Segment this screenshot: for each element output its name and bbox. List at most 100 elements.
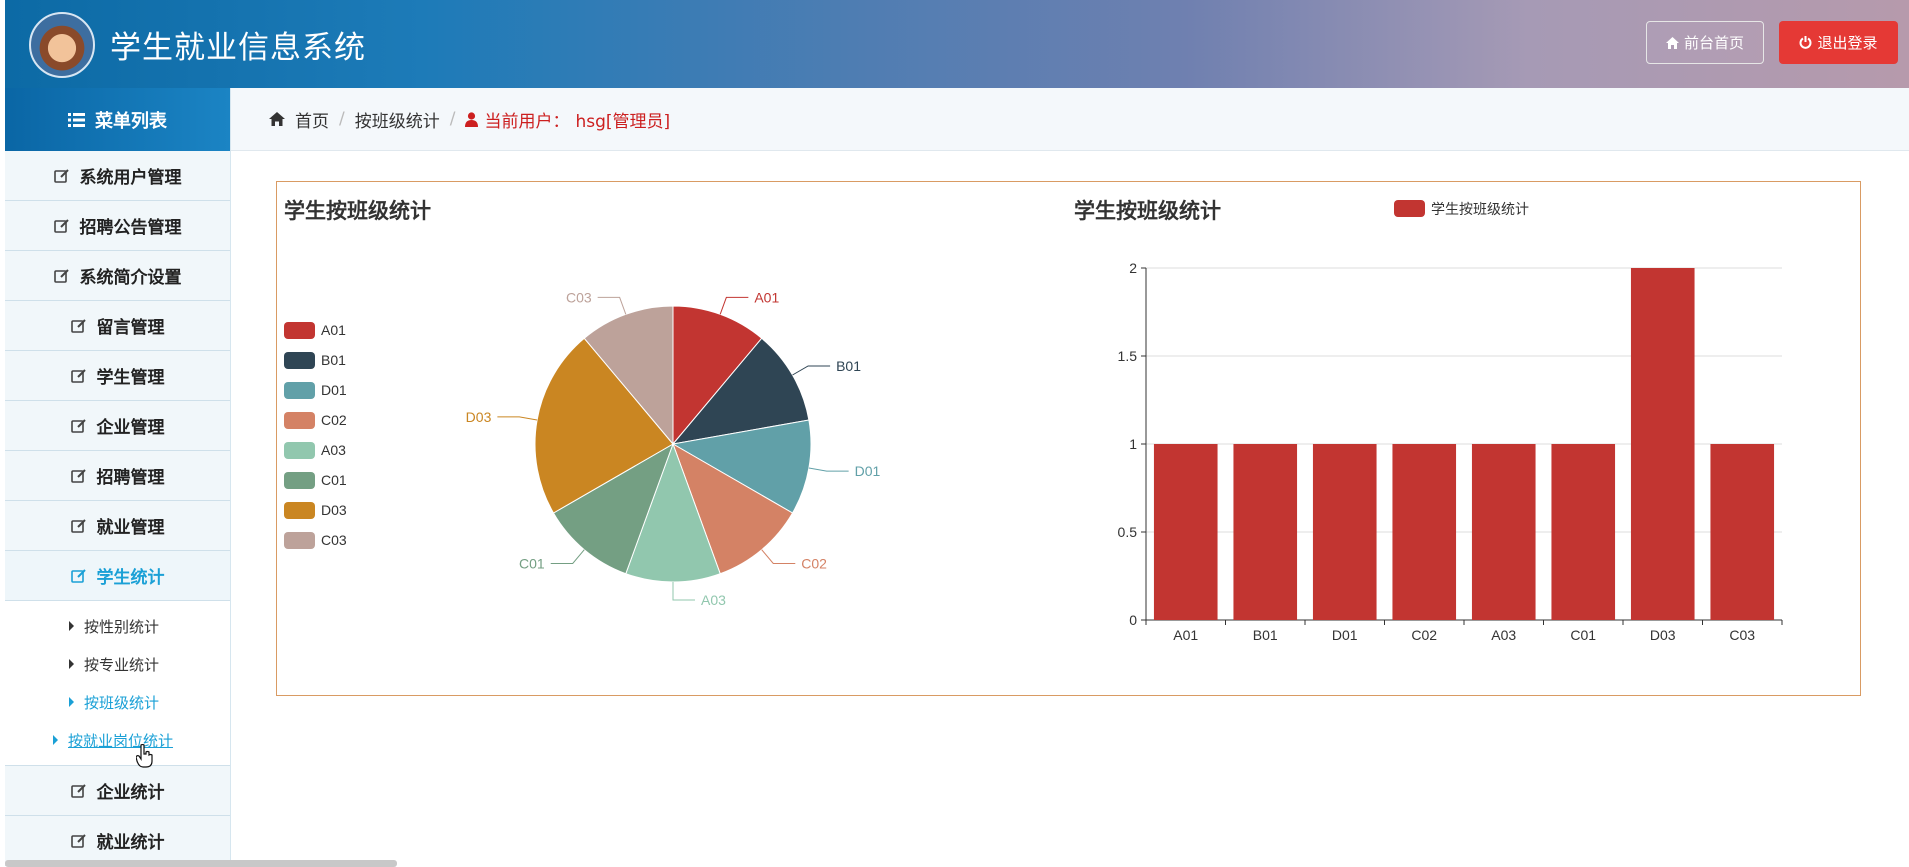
app-title: 学生就业信息系统: [110, 30, 366, 66]
horizontal-scrollbar[interactable]: [5, 860, 397, 867]
x-tick-label: A03: [1491, 627, 1516, 643]
y-tick-label: 1.5: [1118, 348, 1138, 364]
sidebar-item-companies[interactable]: 企业管理: [5, 401, 230, 451]
sidebar-item-label: 企业管理: [96, 418, 165, 438]
y-tick-label: 1: [1129, 436, 1137, 452]
bar: [1312, 444, 1377, 620]
legend-swatch: [284, 472, 315, 489]
sidebar-item-job-notices[interactable]: 招聘公告管理: [5, 201, 230, 251]
pie-label-line: [719, 296, 749, 315]
pie-slice-label: C02: [801, 556, 827, 572]
sidebar-item-system-users[interactable]: 系统用户管理: [5, 151, 230, 201]
x-tick-label: C02: [1411, 627, 1437, 643]
edit-icon: [70, 418, 86, 433]
legend-label: C02: [321, 412, 347, 428]
sidebar-item-employment-stats[interactable]: 就业统计: [5, 816, 230, 866]
pie-label-line: [497, 416, 538, 421]
pie-slice-label: A01: [754, 289, 779, 305]
pie-label-line: [672, 582, 695, 601]
legend-label: A01: [321, 322, 346, 338]
sidebar-item-label: 就业管理: [96, 518, 165, 538]
sidebar-item-label: 系统简介设置: [79, 268, 182, 288]
sidebar-item-label: 招聘管理: [96, 468, 165, 488]
legend-swatch: [284, 532, 315, 549]
user-icon: [465, 111, 479, 127]
legend-label: B01: [321, 352, 346, 368]
home-button[interactable]: 前台首页: [1646, 21, 1764, 64]
sidebar-item-label: 招聘公告管理: [79, 218, 182, 238]
menu-header: 菜单列表: [5, 88, 230, 151]
caret-right-icon: [69, 659, 74, 669]
sidebar-item-messages[interactable]: 留言管理: [5, 301, 230, 351]
sidebar-item-student-stats[interactable]: 学生统计: [5, 551, 230, 601]
bar: [1153, 444, 1218, 620]
power-icon: [1799, 36, 1812, 49]
logout-button[interactable]: 退出登录: [1779, 21, 1898, 64]
current-user-label: 当前用户：: [484, 111, 570, 132]
edit-icon: [70, 518, 86, 533]
sidebar-item-label: 系统用户管理: [79, 168, 182, 188]
legend-swatch: [284, 502, 315, 519]
pie-label-line: [550, 549, 585, 565]
top-header: 学生就业信息系统 前台首页 退出登录: [5, 0, 1909, 88]
x-tick-label: C01: [1570, 627, 1596, 643]
x-tick-label: C03: [1729, 627, 1755, 643]
sidebar-item-students[interactable]: 学生管理: [5, 351, 230, 401]
y-tick-label: 0.5: [1118, 524, 1138, 540]
logo-avatar: [29, 12, 95, 78]
edit-icon: [70, 318, 86, 333]
x-tick-label: A01: [1173, 627, 1198, 643]
legend-label: A03: [321, 442, 346, 458]
legend-label: C01: [321, 472, 347, 488]
sidebar-item-label: 学生管理: [96, 368, 165, 388]
legend-label: D03: [321, 502, 347, 518]
edit-icon: [53, 168, 69, 183]
edit-icon: [70, 368, 86, 383]
chart-panel: 学生按班级统计 学生按班级统计 A01 B01 D01 C02 A03 C01 D03 C03…: [276, 181, 1861, 696]
menu-title: 菜单列表: [95, 110, 167, 132]
subitem-by-major[interactable]: 按专业统计: [5, 645, 230, 683]
legend-swatch: [1394, 200, 1425, 217]
y-tick-label: 0: [1129, 612, 1137, 628]
breadcrumb-separator: /: [339, 109, 345, 129]
sidebar-item-label: 留言管理: [96, 318, 165, 338]
legend-swatch: [284, 322, 315, 339]
home-icon: [269, 112, 285, 126]
sidebar-item-label: 就业统计: [96, 833, 165, 853]
home-icon: [1665, 36, 1679, 49]
subitem-label: 按专业统计: [84, 655, 160, 674]
subitem-label: 按就业岗位统计: [68, 731, 174, 750]
bar: [1710, 444, 1775, 620]
legend-swatch: [284, 412, 315, 429]
subitem-by-job-position[interactable]: 按就业岗位统计: [5, 721, 230, 759]
pie-slice-label: D03: [466, 409, 492, 425]
sidebar-item-company-stats[interactable]: 企业统计: [5, 766, 230, 816]
subitem-label: 按班级统计: [84, 693, 160, 712]
pie-label-line: [597, 296, 627, 315]
pie-label-line: [808, 467, 849, 472]
list-icon: [68, 112, 85, 127]
legend-swatch: [284, 442, 315, 459]
sidebar: 菜单列表 系统用户管理 招聘公告管理 系统简介设置 留言管理 学生管理 企业管理…: [5, 88, 231, 867]
sidebar-item-employment[interactable]: 就业管理: [5, 501, 230, 551]
pie-slice-label: A03: [701, 592, 726, 608]
sidebar-item-recruitment[interactable]: 招聘管理: [5, 451, 230, 501]
current-user-value: hsg[管理员]: [575, 111, 671, 132]
x-tick-label: D01: [1332, 627, 1358, 643]
caret-right-icon: [69, 621, 74, 631]
bar: [1551, 444, 1616, 620]
sidebar-item-system-intro[interactable]: 系统简介设置: [5, 251, 230, 301]
sidebar-item-label: 企业统计: [96, 783, 165, 803]
edit-icon: [53, 218, 69, 233]
logout-button-label: 退出登录: [1817, 34, 1878, 52]
bar: [1630, 268, 1695, 620]
bar: [1471, 444, 1536, 620]
breadcrumb-home[interactable]: 首页: [295, 107, 329, 132]
pie-slice-label: C03: [566, 289, 592, 305]
subitem-by-gender[interactable]: 按性别统计: [5, 607, 230, 645]
pie-slice-label: B01: [836, 358, 861, 374]
legend-swatch: [284, 352, 315, 369]
pie-label-line: [761, 549, 796, 565]
subitem-by-class[interactable]: 按班级统计: [5, 683, 230, 721]
caret-right-icon: [69, 697, 74, 707]
